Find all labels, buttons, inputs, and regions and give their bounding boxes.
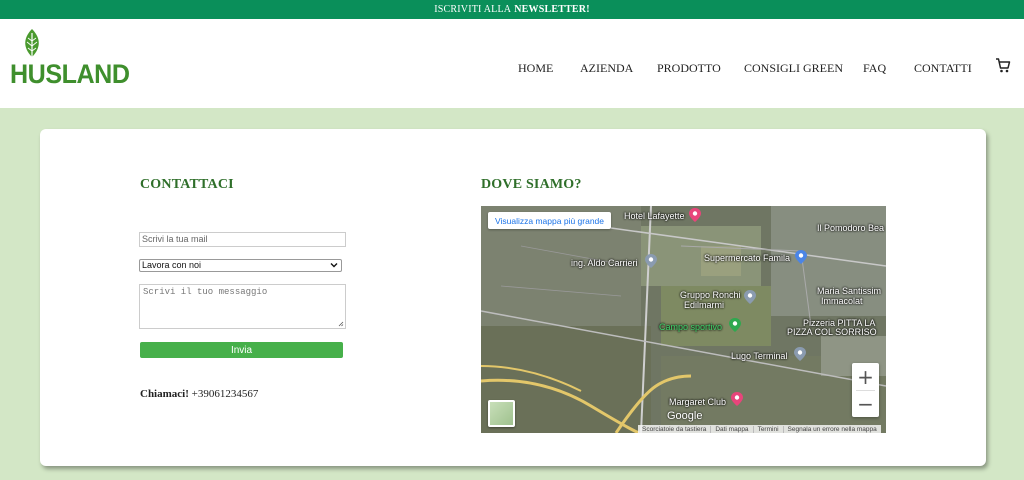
nav-faq[interactable]: FAQ	[863, 61, 886, 76]
submit-button[interactable]: Invia	[140, 342, 343, 358]
zoom-in-button[interactable]: +	[852, 363, 879, 390]
map-label-edilmarmi: Edilmarmi	[684, 300, 725, 310]
place-pin-icon[interactable]	[645, 254, 657, 268]
larger-map-link[interactable]: Visualizza mappa più grande	[488, 212, 611, 229]
map-label-lugo: Lugo Terminal	[731, 351, 788, 361]
map-embed[interactable]: Visualizza mappa più grande Hotel Lafaye…	[481, 206, 886, 433]
location-title: DOVE SIAMO?	[481, 177, 582, 192]
phone-number[interactable]: +39061234567	[192, 388, 259, 400]
subject-select[interactable]: Lavora con noi	[139, 259, 342, 272]
map-label-margaret: Margaret Club	[669, 397, 727, 407]
newsletter-prefix: ISCRIVITI ALLA	[434, 4, 512, 15]
logo[interactable]: HUSLAND	[10, 29, 130, 101]
hotel-pin-icon[interactable]	[689, 208, 701, 222]
cart-icon[interactable]	[995, 58, 1011, 73]
call-label: Chiamaci!	[140, 388, 189, 400]
map-label-pomodoro: Il Pomodoro Bea	[817, 223, 885, 233]
nav-consigli-green[interactable]: CONSIGLI GREEN	[744, 61, 843, 76]
park-pin-icon[interactable]	[729, 318, 741, 332]
brand-name: HUSLAND	[10, 59, 130, 89]
map-label-maria: Maria Santissim	[817, 286, 882, 296]
resize-grip-icon[interactable]	[338, 321, 344, 327]
terms-link[interactable]: Termini	[752, 425, 783, 433]
map-type-toggle[interactable]	[488, 400, 515, 427]
map-label-pizza-sorriso: PIZZA COL SORRISO	[787, 327, 877, 337]
call-info: Chiamaci! +39061234567	[140, 388, 258, 400]
newsletter-bold: NEWSLETTER!	[514, 4, 590, 15]
message-placeholder: Scrivi il tuo messaggio	[143, 287, 268, 297]
email-input[interactable]: Scrivi la tua mail	[139, 232, 346, 247]
contact-title: CONTATTACI	[140, 177, 234, 192]
google-logo: Google	[667, 410, 703, 422]
nav-home[interactable]: HOME	[518, 61, 553, 76]
map-label-hotel: Hotel Lafayette	[624, 211, 685, 221]
nav-azienda[interactable]: AZIENDA	[580, 61, 633, 76]
report-error-link[interactable]: Segnala un errore nella mappa	[782, 425, 881, 433]
business-pin-icon[interactable]	[744, 290, 756, 304]
leaf-icon	[25, 29, 39, 60]
newsletter-bar[interactable]: ISCRIVITI ALLA NEWSLETTER!	[0, 0, 1024, 19]
zoom-out-button[interactable]: −	[852, 390, 879, 417]
keyboard-shortcuts-link[interactable]: Scorciatoie da tastiera	[638, 426, 710, 433]
map-label-aldo: ing. Aldo Carrieri	[571, 258, 638, 268]
nav-prodotto[interactable]: PRODOTTO	[657, 61, 721, 76]
subject-select-value: Lavora con noi	[142, 260, 202, 270]
shopping-pin-icon[interactable]	[795, 250, 807, 264]
club-pin-icon[interactable]	[731, 392, 743, 406]
map-attribution: Scorciatoie da tastiera Dati mappa Termi…	[638, 425, 881, 433]
transit-pin-icon[interactable]	[794, 347, 806, 361]
zoom-control: + −	[852, 363, 879, 417]
map-label-gruppo: Gruppo Ronchi	[680, 290, 741, 300]
map-label-supermercato: Supermercato Famila	[704, 253, 791, 263]
map-data-link[interactable]: Dati mappa	[710, 425, 752, 433]
map-label-immacolata: Immacolat	[821, 296, 863, 306]
map-label-campo: Campo sportivo	[659, 322, 723, 332]
chevron-down-icon	[330, 263, 338, 268]
message-textarea[interactable]: Scrivi il tuo messaggio	[139, 284, 346, 329]
nav-contatti[interactable]: CONTATTI	[914, 61, 972, 76]
